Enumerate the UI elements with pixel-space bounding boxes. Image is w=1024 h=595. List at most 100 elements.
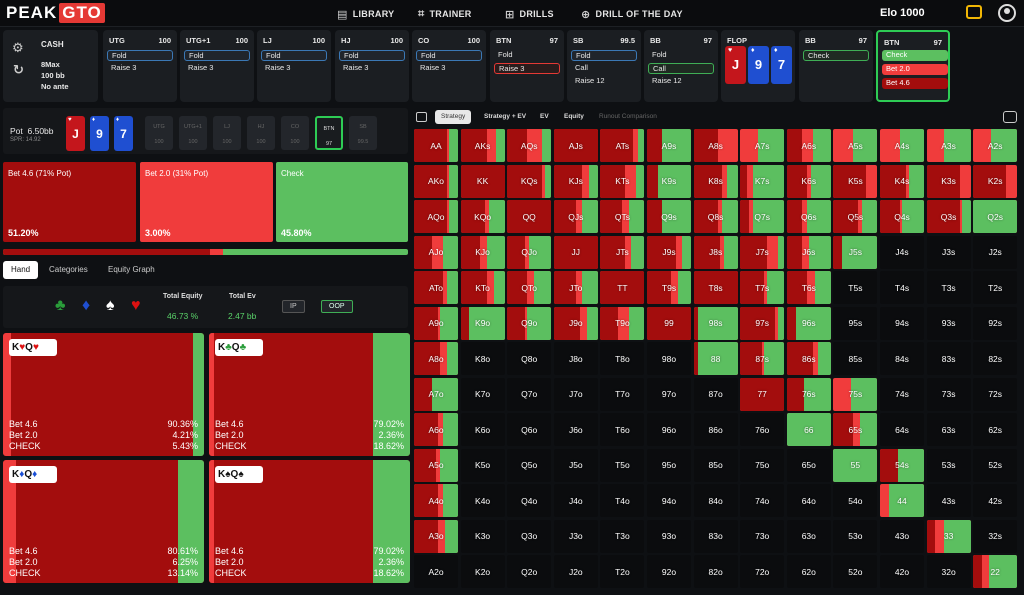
- hand-cell-q3s[interactable]: Q3s: [926, 200, 971, 233]
- hand-cell-k9s[interactable]: K9s: [647, 164, 691, 198]
- hand-cell-ajs[interactable]: AJs: [553, 129, 598, 162]
- hand-cell-t6s[interactable]: T6s: [786, 271, 831, 304]
- hand-cell-72s[interactable]: 72s: [973, 377, 1018, 411]
- hand-cell-42s[interactable]: 42s: [973, 484, 1018, 517]
- tab-ev[interactable]: EV: [534, 110, 555, 124]
- option-fold[interactable]: Fold: [416, 50, 482, 61]
- option-check[interactable]: Check: [882, 50, 948, 61]
- hand-cell-52s[interactable]: 52s: [973, 448, 1018, 482]
- hand-cell-95o[interactable]: 95o: [647, 448, 691, 482]
- position-box-btn[interactable]: BTN 97 Fold Raise 3: [490, 30, 564, 102]
- hand-cell-97o[interactable]: 97o: [647, 377, 691, 411]
- option-raise-3[interactable]: Raise 3: [184, 63, 250, 74]
- hand-cell-32s[interactable]: 32s: [973, 519, 1018, 553]
- hand-cell-kto[interactable]: KTo: [460, 271, 505, 304]
- hand-cell-75o[interactable]: 75o: [740, 448, 785, 482]
- mini-position-btn[interactable]: BTN 97: [315, 116, 343, 150]
- position-box-sb[interactable]: SB 99.5 Fold Call Raise 12: [567, 30, 641, 102]
- hand-cell-96s[interactable]: 96s: [786, 306, 831, 340]
- hand-cell-a7s[interactable]: A7s: [740, 129, 785, 162]
- hand-cell-64s[interactable]: 64s: [880, 413, 924, 446]
- hand-cell-a3s[interactable]: A3s: [926, 129, 971, 162]
- position-box-hj[interactable]: HJ 100 Fold Raise 3: [335, 30, 409, 102]
- option-fold[interactable]: Fold: [339, 50, 405, 61]
- hand-cell-ako[interactable]: AKo: [414, 164, 458, 198]
- option-raise-12[interactable]: Raise 12: [571, 76, 637, 87]
- hand-cell-q8o[interactable]: Q8o: [507, 342, 552, 375]
- hand-cell-92s[interactable]: 92s: [973, 306, 1018, 340]
- oop-button[interactable]: OOP: [321, 300, 353, 313]
- hand-cell-j3o[interactable]: J3o: [553, 519, 598, 553]
- hand-cell-87s[interactable]: 87s: [740, 342, 785, 375]
- hand-cell-85o[interactable]: 85o: [693, 448, 738, 482]
- hand-cell-a8s[interactable]: A8s: [693, 129, 738, 162]
- hand-cell-j2s[interactable]: J2s: [973, 235, 1018, 269]
- hand-cell-aa[interactable]: AA: [414, 129, 458, 162]
- hand-cell-62o[interactable]: 62o: [786, 555, 831, 588]
- hand-cell-q7s[interactable]: Q7s: [740, 200, 785, 233]
- hand-cell-aks[interactable]: AKs: [460, 129, 505, 162]
- hand-cell-k3o[interactable]: K3o: [460, 519, 505, 553]
- option-raise-3[interactable]: Raise 3: [261, 63, 327, 74]
- hand-cell-j5s[interactable]: J5s: [833, 235, 878, 269]
- position-box-co[interactable]: CO 100 Fold Raise 3: [412, 30, 486, 102]
- hand-cell-jj[interactable]: JJ: [553, 235, 598, 269]
- option-fold[interactable]: Fold: [261, 50, 327, 61]
- hand-cell-88[interactable]: 88: [693, 342, 738, 375]
- hand-cell-95s[interactable]: 95s: [833, 306, 878, 340]
- hand-cell-qjs[interactable]: QJs: [553, 200, 598, 233]
- hand-cell-jts[interactable]: JTs: [600, 235, 645, 269]
- hand-cell-t4s[interactable]: T4s: [880, 271, 924, 304]
- hand-cell-j4o[interactable]: J4o: [553, 484, 598, 517]
- hand-cell-83o[interactable]: 83o: [693, 519, 738, 553]
- hand-cell-32o[interactable]: 32o: [926, 555, 971, 588]
- hand-cell-76o[interactable]: 76o: [740, 413, 785, 446]
- hand-cell-tt[interactable]: TT: [600, 271, 645, 304]
- tab-equity[interactable]: Equity: [558, 110, 590, 124]
- hand-cell-52o[interactable]: 52o: [833, 555, 878, 588]
- option-raise-3[interactable]: Raise 3: [339, 63, 405, 74]
- active-position-box[interactable]: BTN 97 Check Bet 2.0 Bet 4.6: [876, 30, 950, 102]
- hand-cell-q3o[interactable]: Q3o: [507, 519, 552, 553]
- hand-cell-53o[interactable]: 53o: [833, 519, 878, 553]
- action-button-2[interactable]: Check 45.80%: [276, 162, 408, 242]
- hand-cell-92o[interactable]: 92o: [647, 555, 691, 588]
- hand-cell-j6o[interactable]: J6o: [553, 413, 598, 446]
- hand-cell-t9o[interactable]: T9o: [600, 306, 645, 340]
- hand-cell-k2s[interactable]: K2s: [973, 164, 1018, 198]
- nav-library[interactable]: ▤ LIBRARY: [337, 7, 394, 21]
- hand-cell-98o[interactable]: 98o: [647, 342, 691, 375]
- option-check[interactable]: Check: [803, 50, 869, 61]
- hand-cell-66[interactable]: 66: [786, 413, 831, 446]
- option-raise-3[interactable]: Raise 3: [494, 63, 560, 74]
- hand-cell-j6s[interactable]: J6s: [786, 235, 831, 269]
- nav-trainer[interactable]: ⌗ TRAINER: [418, 7, 472, 21]
- reset-icon[interactable]: ↻: [13, 62, 24, 78]
- hand-cell-86o[interactable]: 86o: [693, 413, 738, 446]
- hand-cell-k2o[interactable]: K2o: [460, 555, 505, 588]
- option-fold[interactable]: Fold: [571, 50, 637, 61]
- option-call[interactable]: Call: [648, 63, 714, 74]
- hand-cell-65o[interactable]: 65o: [786, 448, 831, 482]
- hand-cell-54o[interactable]: 54o: [833, 484, 878, 517]
- hand-cell-q6o[interactable]: Q6o: [507, 413, 552, 446]
- hand-cell-65s[interactable]: 65s: [833, 413, 878, 446]
- hand-cell-t5o[interactable]: T5o: [600, 448, 645, 482]
- hand-cell-a6s[interactable]: A6s: [786, 129, 831, 162]
- camera-icon[interactable]: [1003, 111, 1017, 123]
- option-bet-2[interactable]: Bet 2.0: [882, 64, 948, 75]
- hand-cell-44[interactable]: 44: [880, 484, 924, 517]
- hand-cell-t3o[interactable]: T3o: [600, 519, 645, 553]
- hand-cell-kqs[interactable]: KQs: [507, 164, 552, 198]
- hand-cell-k3s[interactable]: K3s: [926, 164, 971, 198]
- hand-cell-a5o[interactable]: A5o: [414, 448, 458, 482]
- nav-drills[interactable]: ⊞ DRILLS: [505, 7, 554, 21]
- hand-cell-54s[interactable]: 54s: [880, 448, 924, 482]
- option-raise-3[interactable]: Raise 3: [416, 63, 482, 74]
- hand-cell-j9s[interactable]: J9s: [647, 235, 691, 269]
- hand-cell-qts[interactable]: QTs: [600, 200, 645, 233]
- hand-cell-82o[interactable]: 82o: [693, 555, 738, 588]
- hand-cell-94o[interactable]: 94o: [647, 484, 691, 517]
- hand-cell-99[interactable]: 99: [647, 306, 691, 340]
- hand-cell-t5s[interactable]: T5s: [833, 271, 878, 304]
